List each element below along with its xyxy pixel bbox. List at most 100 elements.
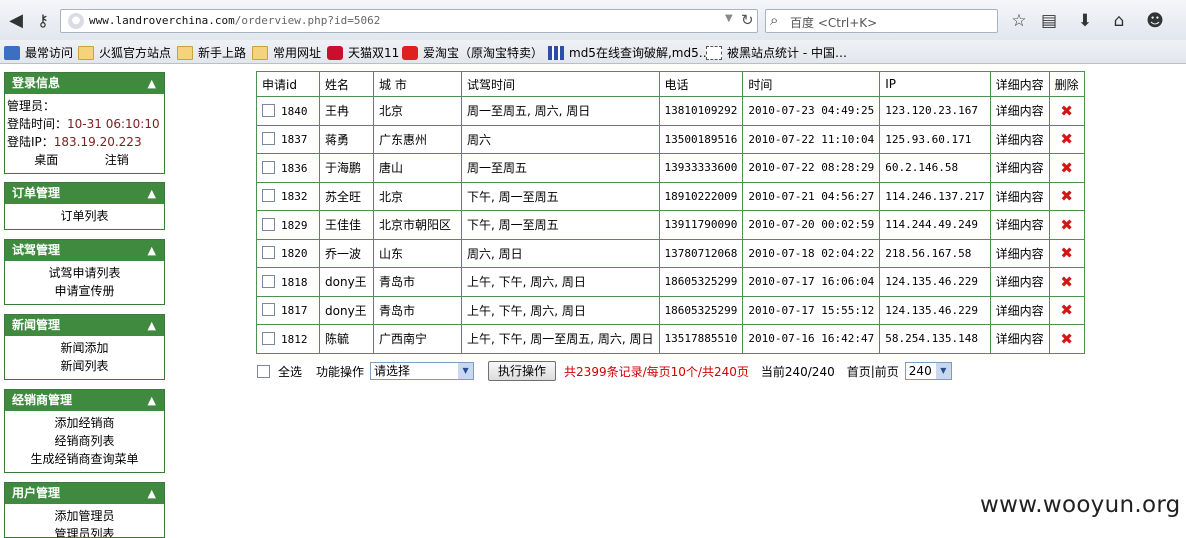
bookmark-firefox-sites[interactable]: 火狐官方站点: [78, 44, 171, 61]
row-checkbox[interactable]: [262, 331, 275, 345]
url-bar[interactable]: ● www.landroverchina.com/orderview.php?i…: [60, 9, 758, 33]
panel-body: 添加经销商 经销商列表 生成经销商查询菜单: [5, 411, 164, 472]
panel-header[interactable]: 登录信息 ▲: [5, 73, 164, 94]
delete-icon[interactable]: ✖: [1060, 187, 1073, 205]
panel-header[interactable]: 试驾管理 ▲: [5, 240, 164, 261]
delete-icon[interactable]: ✖: [1060, 273, 1073, 291]
row-checkbox[interactable]: [262, 189, 275, 203]
sidebar-item-admin-list[interactable]: 管理员列表: [5, 525, 164, 537]
prev-page-link[interactable]: 前页: [875, 363, 899, 380]
collapse-arrow-icon[interactable]: ▲: [148, 73, 156, 94]
smiley-icon[interactable]: ☻: [1143, 9, 1167, 33]
bookmark-md5[interactable]: md5在线查询破解,md5…: [548, 44, 711, 61]
sidebar-item-news-list[interactable]: 新闻列表: [5, 357, 164, 375]
bookmark-hacked-stats[interactable]: 被黑站点统计 - 中国…: [706, 44, 847, 61]
row-checkbox[interactable]: [262, 132, 275, 146]
panel-header[interactable]: 用户管理 ▲: [5, 483, 164, 504]
bookmark-tmall[interactable]: 天猫双11: [327, 44, 399, 61]
delete-icon[interactable]: ✖: [1060, 244, 1073, 262]
row-checkbox[interactable]: [262, 160, 275, 174]
library-icon[interactable]: ▤: [1037, 9, 1061, 33]
first-page-link[interactable]: 首页: [847, 363, 871, 380]
bookmark-getting-started[interactable]: 新手上路: [177, 44, 246, 61]
cell-name: 王佳佳: [319, 210, 374, 240]
page-select[interactable]: 240 ▼: [904, 362, 952, 380]
collapse-arrow-icon[interactable]: ▲: [148, 315, 156, 336]
folder-icon: [78, 45, 94, 60]
delete-icon[interactable]: ✖: [1060, 159, 1073, 177]
delete-icon[interactable]: ✖: [1060, 301, 1073, 319]
detail-link[interactable]: 详细内容: [989, 267, 1050, 297]
cell-delete: ✖: [1048, 267, 1085, 297]
url-text[interactable]: www.landroverchina.com/orderview.php?id=…: [89, 14, 380, 27]
sidebar-item-add-dealer[interactable]: 添加经销商: [5, 414, 164, 432]
search-bar[interactable]: ⌕ 百度 <Ctrl+K>: [765, 9, 998, 33]
back-arrow-icon[interactable]: ◀: [4, 9, 28, 33]
watermark: www.wooyun.org: [980, 492, 1181, 518]
cell-city: 广东惠州: [373, 124, 462, 154]
select-all-checkbox[interactable]: [257, 364, 270, 378]
search-input[interactable]: 百度 <Ctrl+K>: [790, 14, 877, 31]
reload-icon[interactable]: ↻: [741, 11, 754, 29]
detail-link[interactable]: 详细内容: [989, 295, 1050, 325]
row-checkbox[interactable]: [262, 103, 275, 117]
url-dropdown-icon[interactable]: ▼: [725, 13, 733, 24]
panel-header[interactable]: 订单管理 ▲: [5, 183, 164, 204]
sidebar-item-generate-dealer-menu[interactable]: 生成经销商查询菜单: [5, 450, 164, 468]
collapse-arrow-icon[interactable]: ▲: [148, 390, 156, 411]
sidebar-item-test-drive-list[interactable]: 试驾申请列表: [5, 264, 164, 282]
cell-id: 1820: [256, 238, 320, 268]
detail-link[interactable]: 详细内容: [989, 181, 1050, 211]
row-id: 1812: [281, 332, 308, 346]
cell-delete: ✖: [1048, 96, 1085, 126]
logout-link[interactable]: 注销: [105, 151, 129, 169]
sidebar-item-add-admin[interactable]: 添加管理员: [5, 507, 164, 525]
bookmark-aitaobao[interactable]: 爱淘宝（原淘宝特卖）: [402, 44, 543, 61]
delete-icon[interactable]: ✖: [1060, 330, 1073, 348]
row-id: 1818: [281, 275, 308, 289]
home-icon[interactable]: ⌂: [1107, 9, 1131, 33]
detail-link[interactable]: 详细内容: [989, 210, 1050, 240]
detail-link[interactable]: 详细内容: [989, 124, 1050, 154]
current-page: 当前240/240: [760, 364, 835, 379]
row-checkbox[interactable]: [262, 303, 275, 317]
row-checkbox[interactable]: [262, 246, 275, 260]
detail-link[interactable]: 详细内容: [989, 96, 1050, 126]
delete-icon[interactable]: ✖: [1060, 216, 1073, 234]
cell-drive-time: 上午, 下午, 周一至周五, 周六, 周日: [461, 324, 660, 354]
panel-header[interactable]: 经销商管理 ▲: [5, 390, 164, 411]
detail-link[interactable]: 详细内容: [989, 324, 1050, 354]
order-table-container: 申请id 姓名 城 市 试驾时间 电话 时间 IP 详细内容 删除 1840 王…: [256, 71, 1085, 354]
url-path: /orderview.php?id=5062: [234, 14, 381, 27]
bookmark-star-icon[interactable]: ☆: [1007, 9, 1031, 33]
download-icon[interactable]: ⬇: [1073, 9, 1097, 33]
key-icon[interactable]: ⚷: [30, 9, 56, 33]
cell-ip: 125.93.60.171: [879, 124, 991, 154]
detail-link[interactable]: 详细内容: [989, 153, 1050, 183]
row-checkbox[interactable]: [262, 217, 275, 231]
table-row: 1820 乔一波 山东 周六, 周日 13780712068 2010-07-1…: [256, 238, 1085, 268]
md5-site-icon: [548, 45, 564, 60]
collapse-arrow-icon[interactable]: ▲: [148, 183, 156, 204]
sidebar-item-brochure[interactable]: 申请宣传册: [5, 282, 164, 300]
cell-id: 1817: [256, 295, 320, 325]
detail-link[interactable]: 详细内容: [989, 238, 1050, 268]
collapse-arrow-icon[interactable]: ▲: [148, 483, 156, 504]
bookmark-most-visited[interactable]: 最常访问: [4, 44, 73, 61]
collapse-arrow-icon[interactable]: ▲: [148, 240, 156, 261]
row-checkbox[interactable]: [262, 274, 275, 288]
cell-city: 广西南宁: [373, 324, 462, 354]
sidebar-item-order-list[interactable]: 订单列表: [5, 207, 164, 225]
sidebar-item-add-news[interactable]: 新闻添加: [5, 339, 164, 357]
cell-city: 青岛市: [373, 267, 462, 297]
sidebar-item-dealer-list[interactable]: 经销商列表: [5, 432, 164, 450]
cell-delete: ✖: [1048, 324, 1085, 354]
bookmark-common-sites[interactable]: 常用网址: [252, 44, 321, 61]
delete-icon[interactable]: ✖: [1060, 102, 1073, 120]
execute-button[interactable]: 执行操作: [488, 361, 557, 381]
cell-name: 王冉: [319, 96, 374, 126]
desktop-link[interactable]: 桌面: [34, 151, 58, 169]
panel-header[interactable]: 新闻管理 ▲: [5, 315, 164, 336]
delete-icon[interactable]: ✖: [1060, 130, 1073, 148]
function-select[interactable]: 请选择 ▼: [370, 362, 475, 380]
